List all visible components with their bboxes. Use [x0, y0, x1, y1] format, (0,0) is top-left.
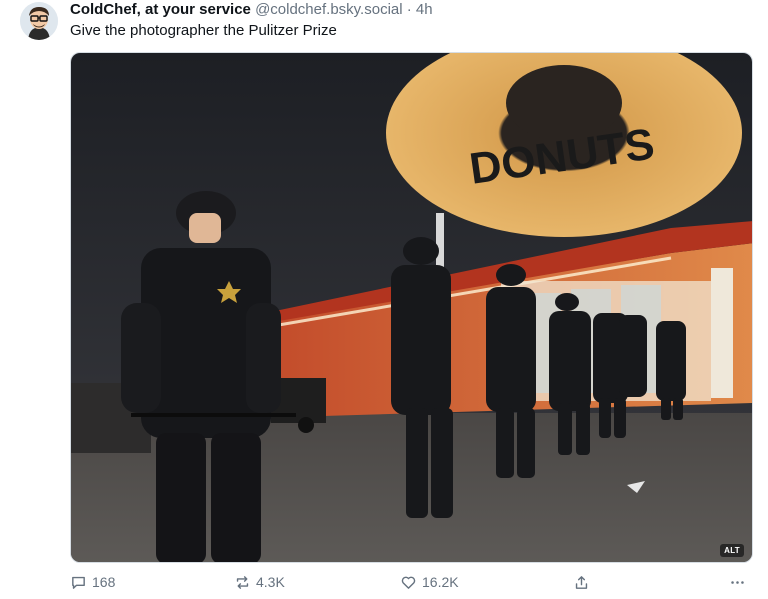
alt-text-badge[interactable]: ALT: [720, 544, 744, 557]
photo-riot-police-donut-shop: DONUTS: [71, 53, 752, 562]
share-button[interactable]: [573, 572, 590, 592]
post-actions: 168 4.3K 16.2K: [70, 572, 753, 592]
header-separator: ·: [406, 1, 412, 18]
repost-count: 4.3K: [256, 574, 285, 590]
post: ColdChef, at your service @coldchef.bsky…: [0, 0, 768, 599]
heart-icon: [401, 576, 416, 589]
post-text: Give the photographer the Pulitzer Prize: [70, 22, 337, 39]
like-count: 16.2K: [422, 574, 459, 590]
reply-count: 168: [92, 574, 116, 590]
repost-arrows-icon: [236, 575, 249, 589]
more-dots-icon: [731, 580, 744, 584]
more-options-button[interactable]: [729, 572, 746, 592]
avatar-image: [20, 2, 58, 40]
author-avatar[interactable]: [20, 2, 58, 40]
reply-bubble-icon: [72, 576, 85, 589]
author-handle[interactable]: @coldchef.bsky.social: [255, 1, 403, 18]
repost-button[interactable]: 4.3K: [234, 572, 285, 592]
post-image[interactable]: DONUTS ALT: [70, 52, 753, 563]
share-upload-icon: [575, 575, 588, 589]
like-button[interactable]: 16.2K: [400, 572, 459, 592]
post-header: ColdChef, at your service @coldchef.bsky…: [70, 0, 433, 20]
author-display-name[interactable]: ColdChef, at your service: [70, 1, 251, 18]
reply-button[interactable]: 168: [70, 572, 115, 592]
post-timestamp[interactable]: 4h: [416, 1, 433, 18]
